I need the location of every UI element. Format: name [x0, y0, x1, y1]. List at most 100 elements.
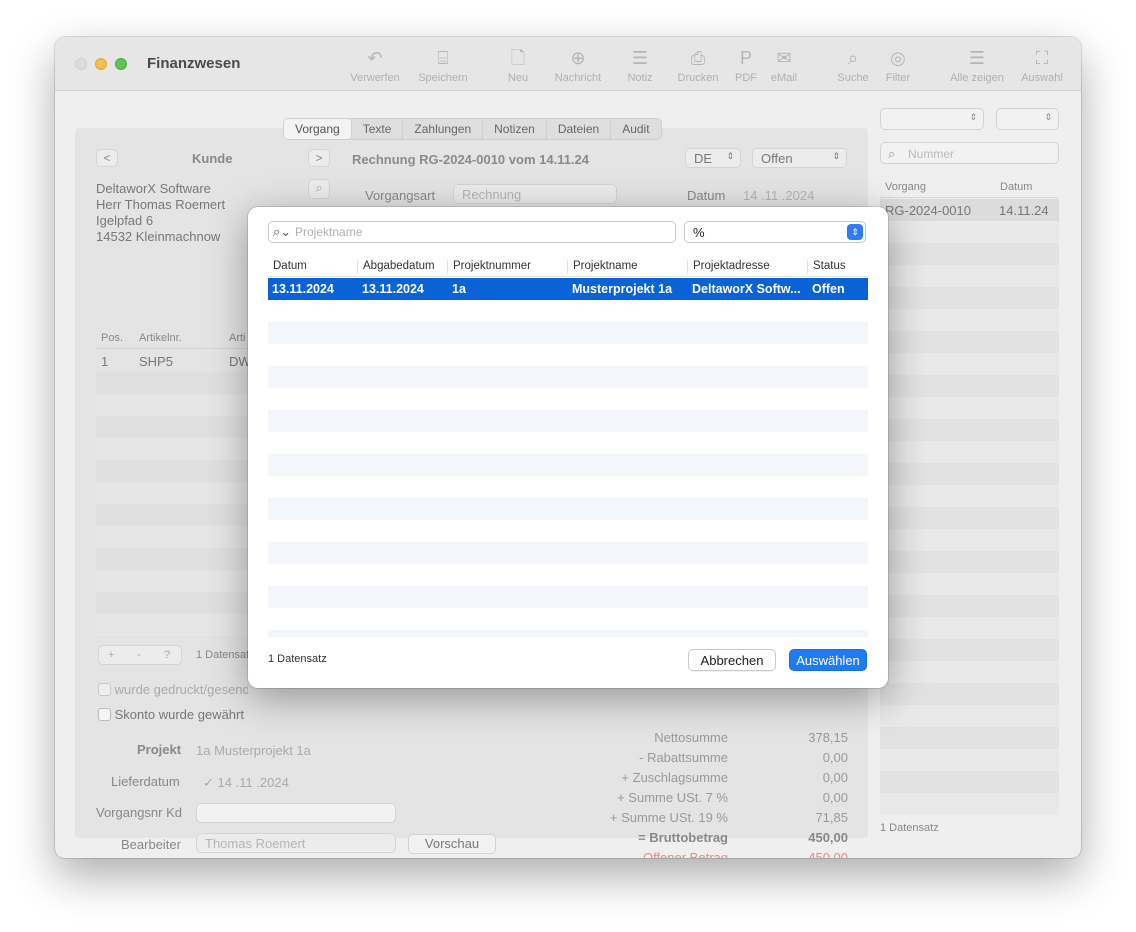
column-datum[interactable]: Datum — [268, 260, 357, 274]
tab-audit[interactable]: Audit — [611, 119, 660, 139]
empty-row — [268, 322, 868, 344]
sidebar-header: Vorgang Datum — [880, 176, 1059, 198]
table-row[interactable]: 13.11.2024 13.11.2024 1a Musterprojekt 1… — [268, 278, 868, 300]
project-search-field[interactable]: ⌕⌄ — [268, 221, 676, 243]
projekt-value[interactable]: 1a Musterprojekt 1a — [196, 743, 311, 758]
project-search-input[interactable] — [295, 224, 665, 240]
toolbar-neu-button[interactable]: 🗋 Neu — [500, 47, 536, 84]
datum-field[interactable]: 14 .11 .2024 — [743, 188, 814, 203]
updown-icon: ⇕ — [832, 151, 840, 161]
mail-icon: ✉ — [776, 48, 792, 68]
cancel-button[interactable]: Abbrechen — [688, 649, 776, 671]
message-icon: ⊕ — [570, 48, 586, 68]
next-customer-button[interactable]: > — [308, 149, 330, 167]
project-filter-select[interactable]: % ⇕ — [684, 221, 866, 243]
help-button[interactable]: ? — [164, 649, 170, 661]
sidebar-list — [880, 221, 1059, 815]
toolbar-drucken-button[interactable]: ⎙ Drucken — [675, 47, 721, 84]
column-projektnummer[interactable]: Projektnummer — [447, 260, 567, 274]
toolbar-pdf-button[interactable]: P PDF — [733, 47, 759, 84]
empty-row — [268, 498, 868, 520]
maximize-window-button[interactable] — [115, 58, 127, 70]
bearbeiter-label: Bearbeiter — [121, 837, 181, 852]
add-position-button[interactable]: + — [108, 649, 114, 661]
empty-row — [268, 630, 868, 637]
tab-zahlungen[interactable]: Zahlungen — [403, 119, 484, 139]
customer-search-button[interactable]: ⌕ — [308, 179, 330, 199]
column-status[interactable]: Status — [807, 260, 868, 274]
sidebar-row[interactable]: RG-2024-0010 14.11.24 — [880, 199, 1059, 221]
empty-row — [268, 454, 868, 476]
minimize-window-button[interactable] — [95, 58, 107, 70]
empty-row — [268, 542, 868, 564]
prev-customer-button[interactable]: < — [96, 149, 118, 167]
toolbar-verwerfen-button[interactable]: ↶ Verwerfen — [348, 47, 402, 84]
column-projektadresse[interactable]: Projektadresse — [687, 260, 807, 274]
tab-notizen[interactable]: Notizen — [483, 119, 547, 139]
selection-icon: ⛶ — [1035, 48, 1049, 68]
search-icon: ⌕⌄ — [273, 224, 292, 239]
lieferdatum-field[interactable]: ✓ 14 .11 .2024 — [203, 775, 289, 791]
sidebar-count: 1 Datensatz — [880, 822, 939, 834]
bearbeiter-select[interactable]: Thomas Roemert — [196, 833, 396, 853]
projekt-label: Projekt — [137, 742, 182, 757]
select-button[interactable]: Auswählen — [789, 649, 867, 671]
checkbox-box — [98, 683, 111, 696]
project-table-header: Datum Abgabedatum Projektnummer Projektn… — [268, 256, 868, 277]
new-document-icon: 🗋 — [510, 48, 526, 68]
updown-icon: ⇕ — [1044, 112, 1052, 122]
positions-controls: + - ? — [98, 645, 182, 665]
tab-vorgang[interactable]: Vorgang — [284, 119, 352, 139]
empty-row — [268, 410, 868, 432]
skonto-checkbox[interactable]: Skonto wurde gewährt — [98, 707, 248, 722]
list-icon: ☰ — [968, 48, 986, 68]
tab-dateien[interactable]: Dateien — [547, 119, 612, 139]
remove-position-button[interactable]: - — [137, 649, 141, 661]
updown-icon: ⇕ — [969, 112, 977, 122]
checkmark-icon: ✓ — [203, 775, 214, 790]
project-table: Datum Abgabedatum Projektnummer Projektn… — [268, 256, 868, 637]
record-count: 1 Datensatz — [268, 653, 327, 665]
search-icon: ⌕ — [847, 48, 859, 68]
toolbar-nachricht-button[interactable]: ⊕ Nachricht — [551, 47, 605, 84]
search-icon: ⌕ — [888, 146, 896, 161]
datum-label: Datum — [687, 188, 726, 203]
project-selection-dialog: ⌕⌄ % ⇕ Datum Abgabedatum Projektnummer P… — [248, 207, 888, 688]
print-icon: ⎙ — [690, 48, 706, 68]
window-title: Finanzwesen — [147, 55, 241, 72]
updown-icon: ⇕ — [847, 224, 863, 240]
sidebar-select-2[interactable]: ⇕ — [996, 108, 1059, 130]
search-icon: ⌕ — [315, 180, 323, 195]
toolbar-notiz-button[interactable]: ☰ Notiz — [623, 47, 657, 84]
filter-icon: ◎ — [890, 48, 906, 68]
empty-row — [268, 366, 868, 388]
vorgangsnr-label: Vorgangsnr Kd — [96, 805, 183, 820]
tab-texte[interactable]: Texte — [352, 119, 404, 139]
note-icon: ☰ — [631, 48, 649, 68]
titlebar: Finanzwesen ↶ Verwerfen ⌸ Speichern 🗋 Neu ⊕… — [55, 37, 1081, 91]
vorgangsart-select[interactable]: Rechnung — [453, 184, 617, 204]
sidebar-select-1[interactable]: ⇕ — [880, 108, 984, 130]
printed-checkbox[interactable]: wurde gedruckt/gesendet — [98, 682, 248, 697]
close-window-button[interactable] — [75, 58, 87, 70]
toolbar-speichern-button[interactable]: ⌸ Speichern — [415, 47, 471, 84]
column-projektname[interactable]: Projektname — [567, 260, 687, 274]
pdf-icon: P — [739, 48, 752, 68]
toolbar-filter-button[interactable]: ◎ Filter — [881, 47, 915, 84]
checkbox-box — [98, 708, 111, 721]
toolbar-alle-zeigen-button[interactable]: ☰ Alle zeigen — [947, 47, 1007, 84]
toolbar-suche-button[interactable]: ⌕ Suche — [835, 47, 871, 84]
updown-icon: ⇕ — [726, 151, 734, 161]
customer-address: DeltaworX Software Herr Thomas Roemert I… — [96, 181, 226, 244]
totals: Nettosumme 378,15 - Rabattsumme 0,00 + Zus… — [609, 730, 848, 858]
vorgangsnr-input[interactable] — [196, 803, 396, 823]
sidebar-search-input[interactable]: ⌕ Nummer — [880, 142, 1059, 164]
save-icon: ⌸ — [437, 48, 449, 68]
status-select[interactable]: Offen ⇕ — [752, 148, 847, 168]
toolbar-email-button[interactable]: ✉ eMail — [768, 47, 800, 84]
vorschau-button[interactable]: Vorschau — [408, 834, 496, 854]
toolbar-auswahl-button[interactable]: ⛶ Auswahl — [1019, 47, 1065, 84]
column-abgabedatum[interactable]: Abgabedatum — [357, 260, 447, 274]
positions-count: 1 Datensatz — [196, 649, 248, 661]
language-select[interactable]: DE ⇕ — [685, 148, 741, 168]
